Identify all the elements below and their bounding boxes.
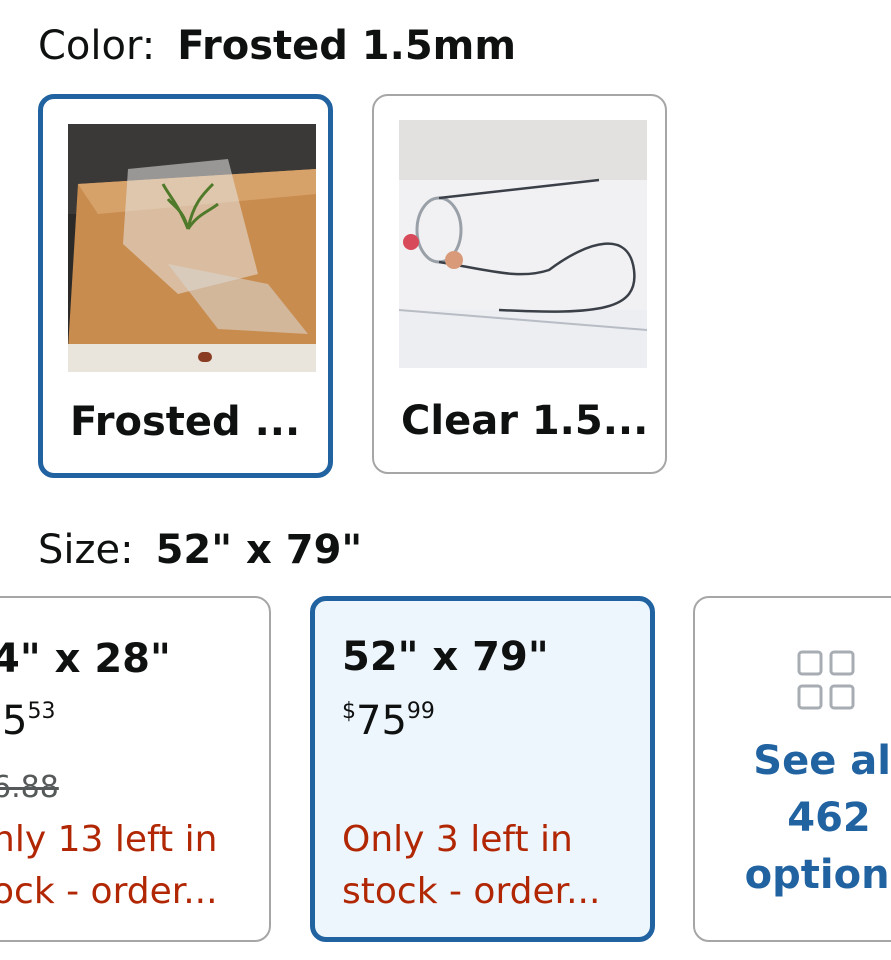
see-all-text: See all 462 options: [695, 733, 891, 904]
grid-icon: [797, 650, 855, 710]
size-option-dimensions: 52" x 79": [342, 634, 549, 680]
size-option-dimensions: 4" x 28": [0, 636, 171, 682]
size-option-card[interactable]: 4" x 28" 553 6.88 nly 13 left in ock - o…: [0, 596, 271, 942]
see-all-line: options: [744, 852, 891, 898]
stock-line: nly 13 left in: [0, 819, 218, 860]
color-option-clear[interactable]: Clear 1.5...: [372, 94, 667, 474]
price-fraction: 53: [27, 699, 56, 724]
see-all-count: 462: [787, 795, 871, 841]
price-whole: 75: [356, 698, 407, 744]
color-option-frosted[interactable]: Frosted ...: [38, 94, 333, 478]
size-label-row: Size: 52" x 79": [38, 530, 362, 570]
clear-tablecloth-image: [399, 120, 647, 368]
color-option-label: Frosted ...: [70, 399, 301, 445]
color-option-label: Clear 1.5...: [401, 398, 649, 444]
price-whole: 5: [2, 698, 28, 744]
size-label: Size:: [38, 527, 134, 573]
see-all-line: See all: [753, 738, 891, 784]
color-label: Color:: [38, 23, 156, 69]
stock-line: Only 3 left in: [342, 819, 573, 860]
frosted-tablecloth-image: [68, 124, 316, 372]
size-option-price: $7599: [342, 698, 435, 744]
list-price: 6.88: [0, 770, 59, 805]
stock-line: stock - order...: [342, 871, 601, 912]
size-option-card-selected[interactable]: 52" x 79" $7599 Only 3 left in stock - o…: [310, 596, 655, 942]
size-selected-value: 52" x 79": [155, 527, 363, 573]
stock-status: Only 3 left in stock - order...: [342, 814, 600, 918]
color-label-row: Color: Frosted 1.5mm: [38, 26, 516, 66]
stock-status: nly 13 left in ock - order...: [0, 814, 218, 918]
price-currency: $: [342, 699, 356, 724]
see-all-options-button[interactable]: See all 462 options: [693, 596, 891, 942]
stock-line: ock - order...: [0, 871, 218, 912]
color-selected-value: Frosted 1.5mm: [177, 23, 517, 69]
size-option-price: 553: [2, 698, 56, 744]
price-fraction: 99: [406, 699, 435, 724]
